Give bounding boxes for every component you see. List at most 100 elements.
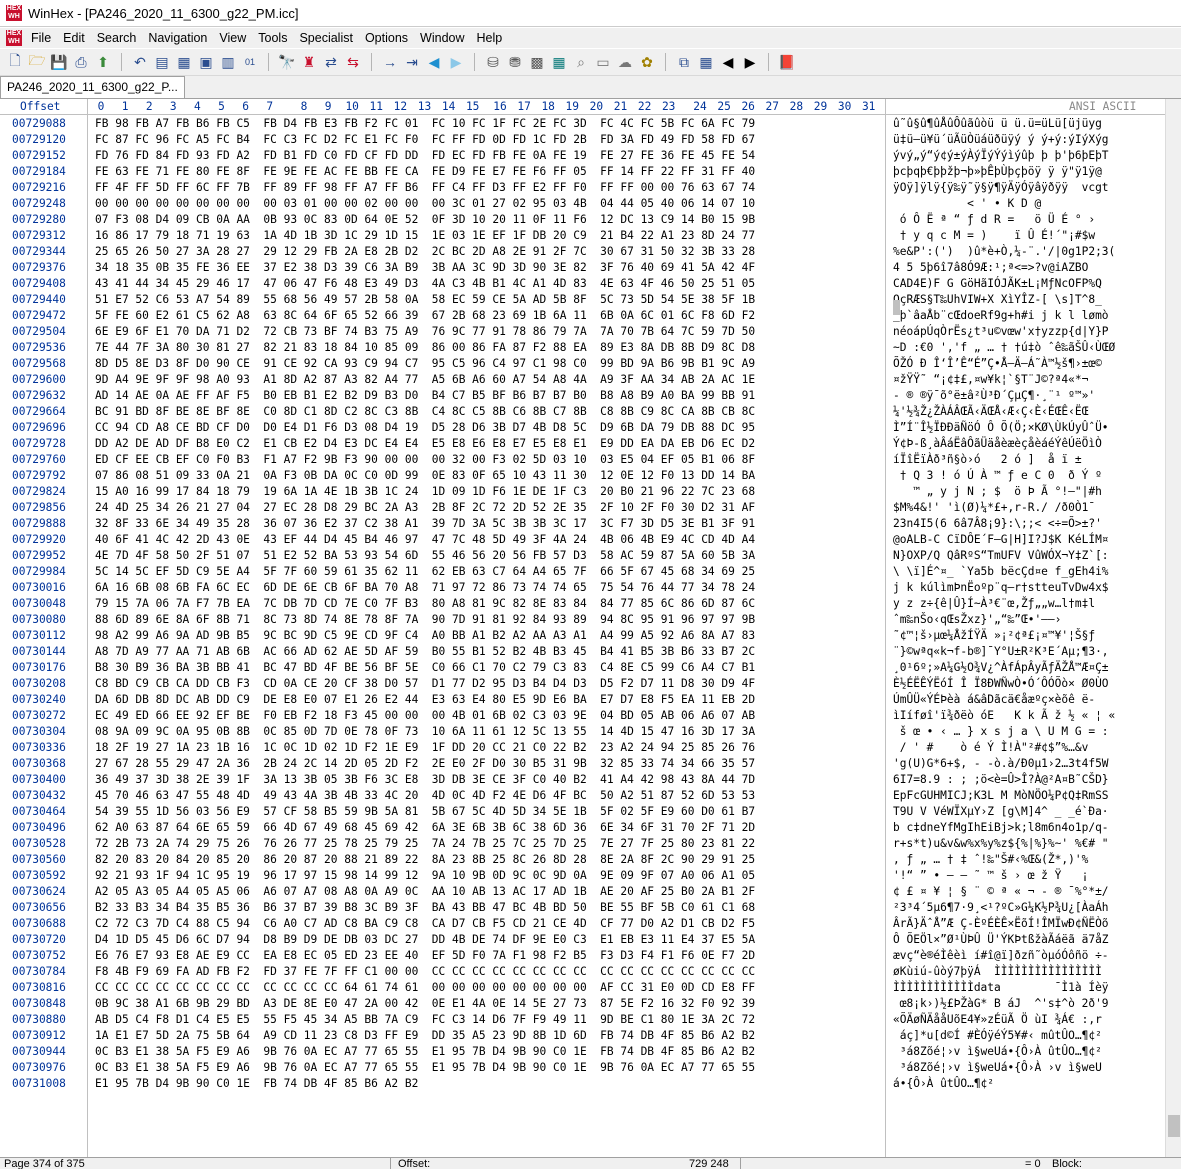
row-ascii[interactable]: Ý¢Þ-ß¸àÂáËâÔãÜäåèæèçåèáéÝêÚëÖìÒ: [893, 436, 1155, 452]
row-hex-bytes[interactable]: 54 39 55 1D 56 03 56 E9 57 CF 58 B5 59 9…: [95, 804, 755, 820]
row-ascii[interactable]: † Q 3 ! ó Ú À ™ ƒ e C 0 ð Ý º: [893, 468, 1155, 484]
row-ascii[interactable]: T9U V VéWÏXµY›Z [g\M]4^ _ _é`Ða·: [893, 804, 1155, 820]
row-ascii[interactable]: b c‡dneYfMgIhEiBj>k;l8m6n4o1p/q-: [893, 820, 1155, 836]
row-ascii[interactable]: 6I7=8.9 : ; ;ö<è=Û>Î?À@²A¤B˜CŠD}: [893, 772, 1155, 788]
row-hex-bytes[interactable]: 40 6F 41 4C 42 2D 43 0E 43 EF 44 D4 45 B…: [95, 532, 755, 548]
write-icon[interactable]: 01: [240, 52, 260, 72]
cloud-icon[interactable]: ☁: [615, 52, 635, 72]
row-ascii[interactable]: œ8¡k›)½£ÞŽàG* B áJ ^'s‡^ò 2ð'9: [893, 996, 1155, 1012]
row-hex-bytes[interactable]: C8 BD C9 CB CA DD CB F3 CD 0A CE 20 CF 3…: [95, 676, 755, 692]
calculator-icon[interactable]: ▦: [549, 52, 569, 72]
row-hex-bytes[interactable]: 92 21 93 1F 94 1C 95 19 96 17 97 15 98 1…: [95, 868, 755, 884]
row-hex-bytes[interactable]: 7E 44 7F 3A 80 30 81 27 82 21 83 18 84 1…: [95, 340, 755, 356]
row-ascii[interactable]: j k kúlìmÞnËoºp¨q—r†stteuTvDw4x$: [893, 580, 1155, 596]
row-hex-bytes[interactable]: 51 E7 52 C6 53 A7 54 89 55 68 56 49 57 2…: [95, 292, 755, 308]
row-ascii[interactable]: øKùiú-ûòý7þÿÁ ÌÌÌÌÌÌÌÌÌÌÌÌÌÌÌÌ: [893, 964, 1155, 980]
row-hex-bytes[interactable]: 15 A0 16 99 17 84 18 79 19 6A 1A 4E 1B 3…: [95, 484, 755, 500]
row-ascii[interactable]: ÿOÿ]ÿlÿ{ÿ‰ÿ˜ÿ§ÿ¶ÿÄÿÓÿâÿðÿÿ vcgt: [893, 180, 1155, 196]
row-hex-bytes[interactable]: 43 41 44 34 45 29 46 17 47 06 47 F6 48 E…: [95, 276, 755, 292]
replace-text-icon[interactable]: ⇄: [321, 52, 341, 72]
table-icon[interactable]: ▦: [696, 52, 716, 72]
row-hex-bytes[interactable]: FF 4F FF 5D FF 6C FF 7B FF 89 FF 98 FF A…: [95, 180, 755, 196]
row-hex-bytes[interactable]: 62 A0 63 87 64 6E 65 59 66 4D 67 49 68 4…: [95, 820, 755, 836]
row-hex-bytes[interactable]: 6A 16 6B 08 6B FA 6C EC 6D DE 6E CB 6F B…: [95, 580, 755, 596]
row-ascii[interactable]: 4 5 5þ6î7â8Ó9Æ:¹;ª<=>?v@iAZBO: [893, 260, 1155, 276]
row-hex-bytes[interactable]: FE 63 FE 71 FE 80 FE 8F FE 9E FE AC FE B…: [95, 164, 755, 180]
row-ascii[interactable]: Ô ÕEÖl×”Ø¹ÙÞÛ Ü'ÝKÞtßžàÃáëã ä7åZ: [893, 932, 1155, 948]
replace-hex-icon[interactable]: ⇆: [343, 52, 363, 72]
row-ascii[interactable]: 'g(U)G*6+$, - -ò.à/Ð0µ1›2…3t4f5W: [893, 756, 1155, 772]
row-hex-bytes[interactable]: 4E 7D 4F 58 50 2F 51 07 51 E2 52 BA 53 9…: [95, 548, 755, 564]
hash-icon[interactable]: ▭: [593, 52, 613, 72]
row-hex-bytes[interactable]: 45 70 46 63 47 55 48 4D 49 43 4A 3B 4B 3…: [95, 788, 755, 804]
row-hex-bytes[interactable]: 08 9A 09 9C 0A 95 0B 8B 0C 85 0D 7D 0E 7…: [95, 724, 755, 740]
row-hex-bytes[interactable]: E6 76 E7 93 E8 AE E9 CC EA E8 EC 05 ED 2…: [95, 948, 755, 964]
row-ascii[interactable]: È½ÉËÊÝËóÍ Î Ï8ÐWÑwÒ•Ó´ÔÓÕò× Ø0ÙO: [893, 676, 1155, 692]
row-hex-bytes[interactable]: DD A2 DE AD DF B8 E0 C2 E1 CB E2 D4 E3 D…: [95, 436, 755, 452]
row-hex-bytes[interactable]: CC 94 CD A8 CE BD CF D0 D0 E4 D1 F6 D3 0…: [95, 420, 755, 436]
goto-sector-icon[interactable]: ⇥: [402, 52, 422, 72]
row-ascii[interactable]: - ® ®ÿ¯õ°ë±â²Ù³Ð´ÇµÇ¶·¸¨¹ º™»': [893, 388, 1155, 404]
row-hex-bytes[interactable]: E1 95 7B D4 9B 90 C0 1E FB 74 DB 4F 85 B…: [95, 1076, 418, 1092]
row-hex-bytes[interactable]: B8 30 B9 36 BA 3B BB 41 BC 47 BD 4F BE 5…: [95, 660, 755, 676]
copy-block-icon[interactable]: ▦: [174, 52, 194, 72]
save-icon[interactable]: 💾: [49, 52, 69, 72]
row-ascii[interactable]: þcþqþ€þþžþ¬þ»þÊþÙþçþöÿ ÿ ÿ"ÿ1ÿ@: [893, 164, 1155, 180]
row-hex-bytes[interactable]: 88 6D 89 6E 8A 6F 8B 71 8C 73 8D 74 8E 7…: [95, 612, 755, 628]
row-hex-bytes[interactable]: 36 49 37 3D 38 2E 39 1F 3A 13 3B 05 3B F…: [95, 772, 755, 788]
row-hex-bytes[interactable]: C2 72 C3 7D C4 88 C5 94 C6 A0 C7 AD C8 B…: [95, 916, 755, 932]
menu-options[interactable]: Options: [360, 28, 415, 48]
find-hex-icon[interactable]: ♜: [299, 52, 319, 72]
row-hex-bytes[interactable]: 07 86 08 51 09 33 0A 21 0A F3 0B DA 0C C…: [95, 468, 755, 484]
vertical-scrollbar[interactable]: [1165, 99, 1181, 1157]
row-ascii[interactable]: ÌÌÌÌÌÌÌÌÌÌÌÌdata ¯Ì1à Íèÿ: [893, 980, 1155, 996]
row-ascii[interactable]: ˜¢™¦š›µœ¼ÅžÍŸÄ »¡²¢ª£¡¤™¥'¦Š§ƒ: [893, 628, 1155, 644]
menu-tools[interactable]: Tools: [253, 28, 294, 48]
find-text-icon[interactable]: 🔭: [277, 52, 297, 72]
row-hex-bytes[interactable]: FD 76 FD 84 FD 93 FD A2 FD B1 FD C0 FD C…: [95, 148, 755, 164]
row-hex-bytes[interactable]: FC 87 FC 96 FC A5 FC B4 FC C3 FC D2 FC E…: [95, 132, 755, 148]
menu-help[interactable]: Help: [472, 28, 510, 48]
row-hex-bytes[interactable]: D4 1D D5 45 D6 6C D7 94 D8 B9 D9 DE DB 0…: [95, 932, 755, 948]
row-ascii[interactable]: y z z÷{ê|Û}Í~À³€¨œ‚Žƒ„„w…l†m‡l: [893, 596, 1155, 612]
compare-icon[interactable]: ⧉: [674, 52, 694, 72]
document-icon[interactable]: HEX WH: [6, 30, 22, 46]
paste-icon[interactable]: ▥: [218, 52, 238, 72]
row-ascii[interactable]: ¤žŸŸ˜ “¡¢‡£‚¤w¥k¦`§T¨J©?ª4«*¬: [893, 372, 1155, 388]
row-hex-bytes[interactable]: A2 05 A3 05 A4 05 A5 06 A6 07 A7 08 A8 0…: [95, 884, 755, 900]
row-hex-bytes[interactable]: 0B 9C 38 A1 6B 9B 29 BD A3 DE 8E E0 47 2…: [95, 996, 755, 1012]
menu-view[interactable]: View: [214, 28, 253, 48]
properties-icon[interactable]: ⬆: [93, 52, 113, 72]
print-icon[interactable]: ⎙: [71, 52, 91, 72]
row-hex-bytes[interactable]: 00 00 00 00 00 00 00 00 00 03 01 00 00 0…: [95, 196, 755, 212]
row-hex-bytes[interactable]: 82 20 83 20 84 20 85 20 86 20 87 20 88 2…: [95, 852, 755, 868]
menu-specialist[interactable]: Specialist: [294, 28, 360, 48]
disk-tools-icon[interactable]: ⛃: [505, 52, 525, 72]
row-hex-bytes[interactable]: BC 91 BD 8F BE 8E BF 8E C0 8D C1 8D C2 8…: [95, 404, 755, 420]
row-hex-bytes[interactable]: ED CF EE CB EF C0 F0 B3 F1 A7 F2 9B F3 9…: [95, 452, 755, 468]
back-icon[interactable]: ◀: [424, 52, 444, 72]
row-ascii[interactable]: ývý„ý“ý¢ý±ýÀýÏýÝýìýûþ þ þ'þ6þEþT: [893, 148, 1155, 164]
row-ascii[interactable]: QçRÆS§T‰UhVIW+X XìYÎZ-[ \s]T^8_: [893, 292, 1155, 308]
row-ascii[interactable]: _þ`âaÅb¨cŒdoeRf9g+h#i j k l lømò: [893, 308, 1155, 324]
forward-icon[interactable]: ▶: [446, 52, 466, 72]
row-ascii[interactable]: ævç“è®éÌêèì í#î@ï]ðzñ˜òµóÓôñö ÷-: [893, 948, 1155, 964]
open-file-icon[interactable]: 🗁: [27, 52, 47, 72]
row-hex-bytes[interactable]: 32 8F 33 6E 34 49 35 28 36 07 36 E2 37 C…: [95, 516, 755, 532]
row-hex-bytes[interactable]: FB 98 FB A7 FB B6 FB C5 FB D4 FB E3 FB F…: [95, 116, 755, 132]
row-ascii[interactable]: CAD4E)F G GöHãIÓJÃK±L¡MƒNcOFP%Q: [893, 276, 1155, 292]
scrollbar-thumb[interactable]: [1168, 1115, 1180, 1137]
row-hex-bytes[interactable]: 27 67 28 55 29 47 2A 36 2B 24 2C 14 2D 0…: [95, 756, 755, 772]
row-hex-bytes[interactable]: 5C 14 5C EF 5D C9 5E A4 5F 7F 60 59 61 3…: [95, 564, 755, 580]
row-hex-bytes[interactable]: 16 86 17 79 18 71 19 63 1A 4D 1B 3D 1C 2…: [95, 228, 755, 244]
row-ascii[interactable]: %e&P':(') )û*è+Ò,¼-¨.'/|0g1P2;3(: [893, 244, 1155, 260]
row-ascii[interactable]: á•{Ô›À ûtÛO…¶¢²: [893, 1076, 1155, 1092]
row-ascii[interactable]: @oALB-C CïDÔE´F—G|H]I?J$K KéLÍM¤: [893, 532, 1155, 548]
menu-edit[interactable]: Edit: [58, 28, 92, 48]
row-hex-bytes[interactable]: AB D5 C4 F8 D1 C4 E5 E5 55 F5 45 34 A5 B…: [95, 1012, 755, 1028]
row-hex-bytes[interactable]: 98 A2 99 A6 9A AD 9B B5 9C BC 9D C5 9E C…: [95, 628, 755, 644]
row-hex-bytes[interactable]: CC CC CC CC CC CC CC CC CC CC CC CC 64 6…: [95, 980, 755, 996]
row-ascii[interactable]: ÂrÃ}ÄˆÅ”Æ Ç-ÈºÉÈÊ×ËõÍ!ÎMÏwÐ¢ÑËÒõ: [893, 916, 1155, 932]
row-ascii[interactable]: Ì”Í¨Î½ÏÐÐäÑöÓ Ô Õ(Ö;×KØ\ÙkÚyÛˆÜ•: [893, 420, 1155, 436]
book-icon[interactable]: 📕: [777, 52, 797, 72]
